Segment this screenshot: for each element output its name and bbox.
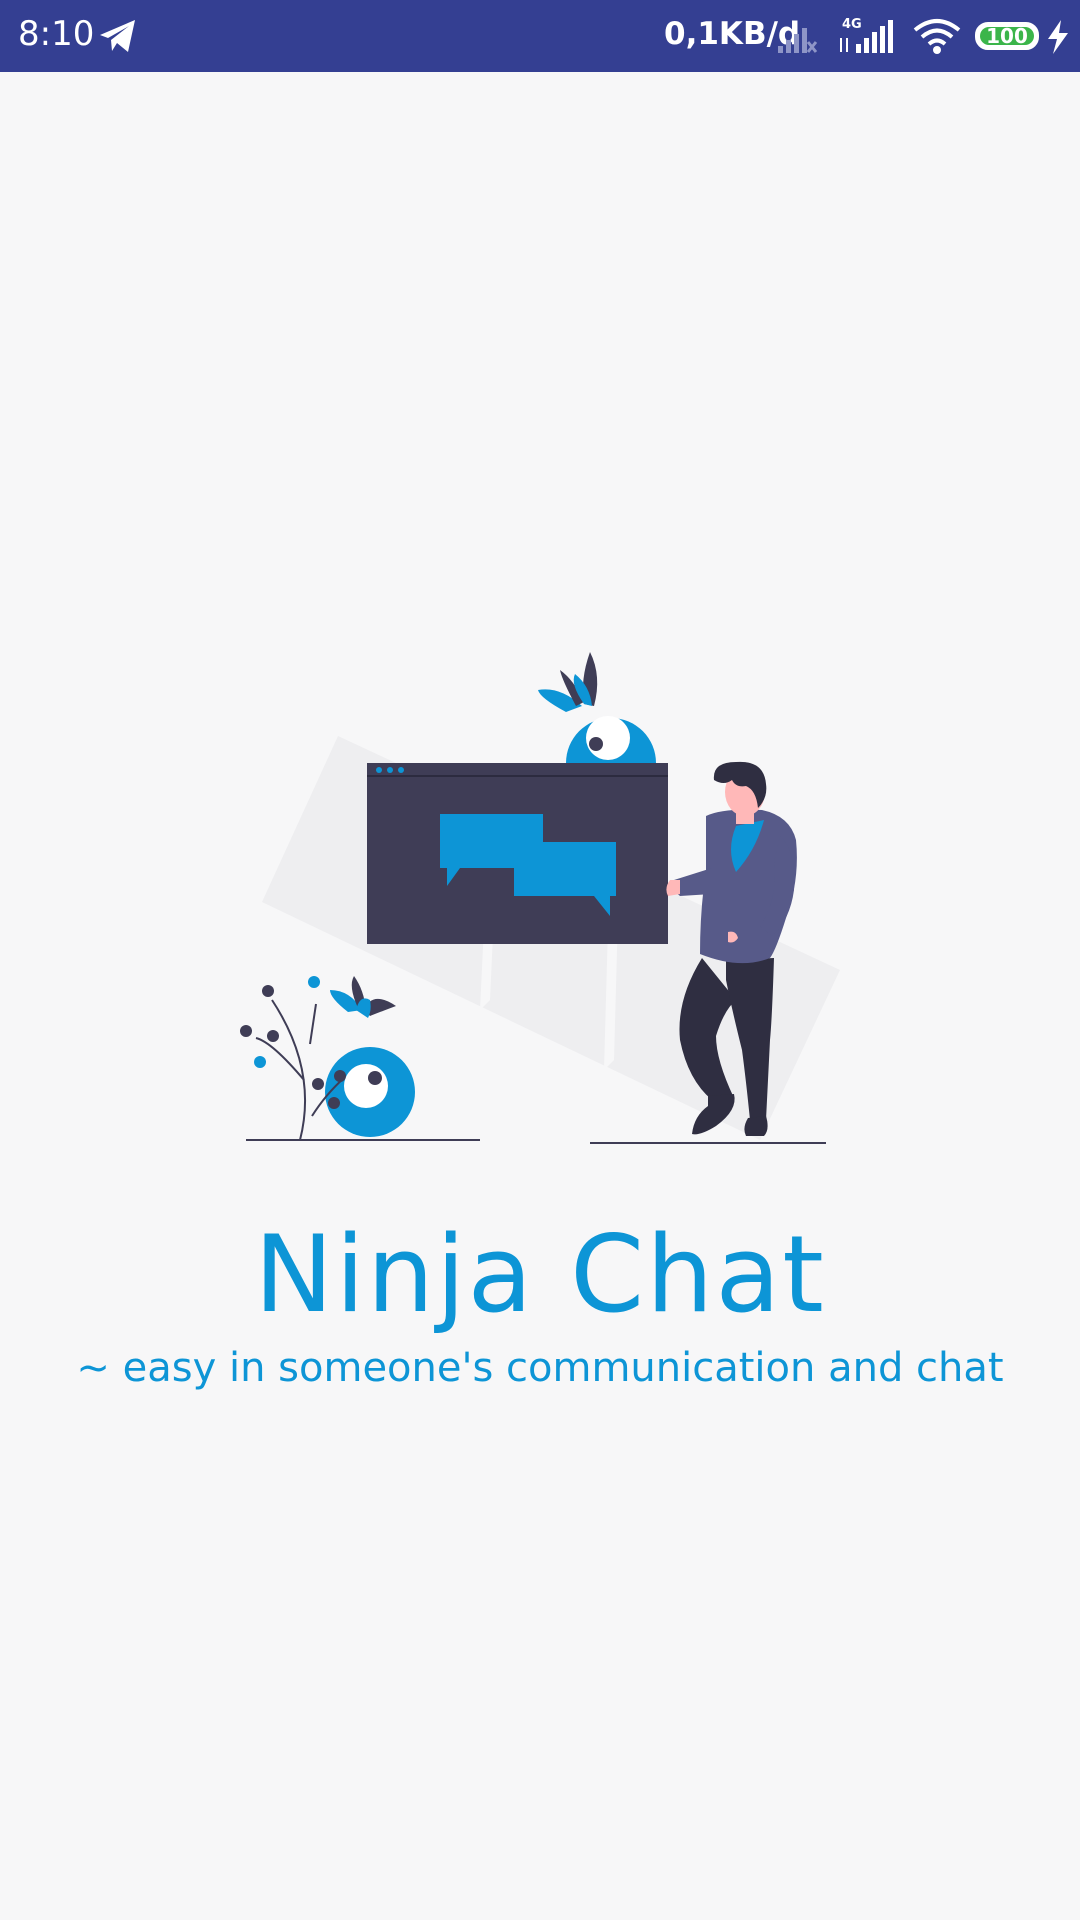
status-bar: 8:10 0,1KB/d 4G 100 [0,0,1080,72]
svg-text:4G: 4G [842,17,862,32]
app-subtitle: ~ easy in someone's communication and ch… [76,1345,1004,1391]
battery-icon: 100 [975,22,1039,50]
creature-bottom [325,976,415,1137]
creature-top [538,652,656,763]
charging-icon [1048,20,1068,54]
chat-illustration [240,652,840,1144]
status-time: 8:10 [18,14,95,54]
app-title: Ninja Chat [254,1213,826,1336]
wifi-icon [913,19,961,54]
chat-window [367,763,668,944]
signal-4g-icon: 4G [840,17,893,53]
telegram-icon [100,20,135,52]
signal-empty-icon [778,28,818,53]
battery-level: 100 [980,26,1034,46]
